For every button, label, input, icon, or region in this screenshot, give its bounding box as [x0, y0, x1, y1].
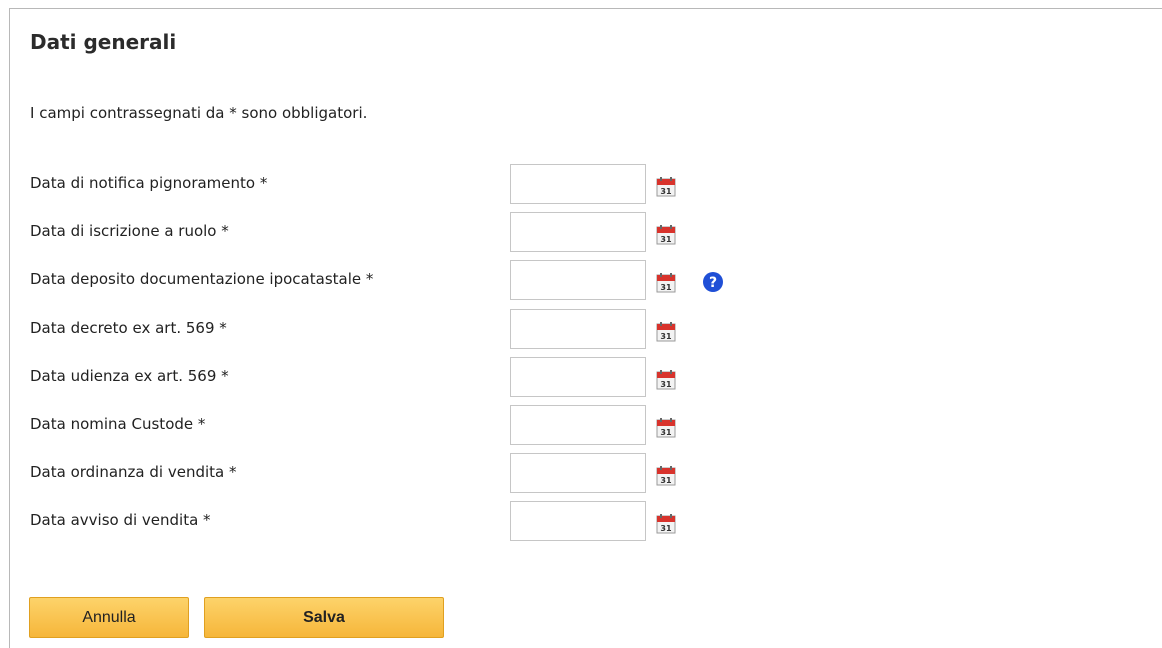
svg-text:31: 31 [660, 428, 672, 437]
svg-text:31: 31 [660, 476, 672, 485]
date-input[interactable] [510, 453, 646, 493]
field-label: Data nomina Custode * [30, 415, 206, 433]
help-icon[interactable]: ? [702, 271, 724, 293]
form-row: Data ordinanza di vendita * 31 [0, 453, 760, 505]
calendar-icon[interactable]: 31 [656, 272, 676, 293]
svg-text:31: 31 [660, 524, 672, 533]
calendar-icon[interactable]: 31 [656, 176, 676, 197]
date-input[interactable] [510, 212, 646, 252]
date-input[interactable] [510, 164, 646, 204]
form-row: Data nomina Custode * 31 [0, 405, 760, 457]
svg-text:31: 31 [660, 332, 672, 341]
section-title: Dati generali [30, 30, 177, 54]
calendar-icon[interactable]: 31 [656, 417, 676, 438]
field-label: Data di notifica pignoramento * [30, 174, 268, 192]
date-input[interactable] [510, 309, 646, 349]
date-input[interactable] [510, 260, 646, 300]
calendar-icon[interactable]: 31 [656, 369, 676, 390]
save-button[interactable]: Salva [204, 597, 444, 638]
field-label: Data avviso di vendita * [30, 511, 211, 529]
form-row: Data decreto ex art. 569 * 31 [0, 309, 760, 361]
field-label: Data decreto ex art. 569 * [30, 319, 227, 337]
calendar-icon[interactable]: 31 [656, 465, 676, 486]
form-row: Data di iscrizione a ruolo * 31 [0, 212, 760, 264]
date-input[interactable] [510, 501, 646, 541]
svg-text:31: 31 [660, 187, 672, 196]
form-row: Data deposito documentazione ipocatastal… [0, 260, 760, 312]
svg-text:31: 31 [660, 380, 672, 389]
field-label: Data deposito documentazione ipocatastal… [30, 270, 374, 288]
svg-text:31: 31 [660, 235, 672, 244]
calendar-icon[interactable]: 31 [656, 513, 676, 534]
cancel-button[interactable]: Annulla [29, 597, 189, 638]
field-label: Data di iscrizione a ruolo * [30, 222, 229, 240]
date-input[interactable] [510, 357, 646, 397]
form-row: Data di notifica pignoramento * 31 [0, 164, 760, 216]
field-label: Data ordinanza di vendita * [30, 463, 237, 481]
required-fields-note: I campi contrassegnati da * sono obbliga… [30, 104, 368, 122]
svg-text:31: 31 [660, 283, 672, 292]
field-label: Data udienza ex art. 569 * [30, 367, 229, 385]
form-row: Data avviso di vendita * 31 [0, 501, 760, 553]
svg-text:?: ? [709, 275, 717, 291]
calendar-icon[interactable]: 31 [656, 321, 676, 342]
calendar-icon[interactable]: 31 [656, 224, 676, 245]
date-input[interactable] [510, 405, 646, 445]
form-row: Data udienza ex art. 569 * 31 [0, 357, 760, 409]
